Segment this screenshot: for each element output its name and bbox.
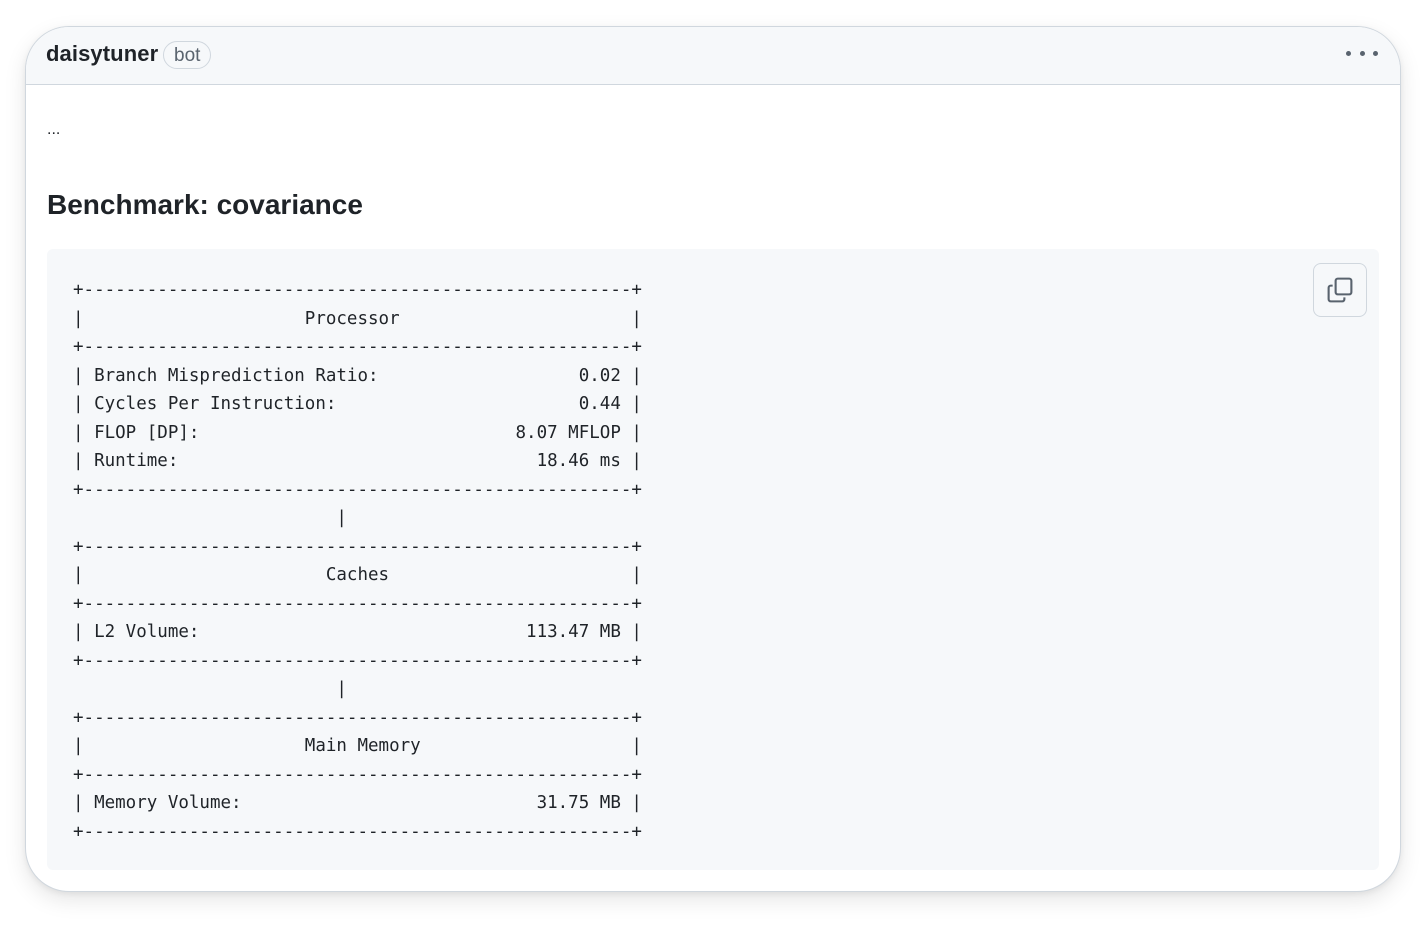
code-line: +---------------------------------------…: [73, 821, 642, 842]
code-line: | Branch Misprediction Ratio: 0.02 |: [73, 365, 642, 386]
code-line: +---------------------------------------…: [73, 280, 642, 300]
code-line: | Caches |: [73, 565, 642, 585]
code-line: | FLOP [DP]: 8.07 MFLOP |: [73, 422, 642, 443]
author-name[interactable]: daisytuner: [46, 41, 158, 67]
code-line: +---------------------------------------…: [73, 337, 642, 357]
copy-icon: [1327, 277, 1353, 303]
code-line: +---------------------------------------…: [73, 593, 642, 614]
code-line: |: [73, 679, 347, 699]
benchmark-table: +---------------------------------------…: [73, 276, 642, 846]
code-line: | Runtime: 18.46 ms |: [73, 451, 642, 471]
code-line: | Main Memory |: [73, 736, 642, 756]
comment-card: daisytuner bot ... Benchmark: covariance…: [25, 26, 1401, 892]
kebab-horizontal-icon[interactable]: [1346, 41, 1378, 65]
kebab-dot: [1359, 50, 1365, 56]
code-line: | Memory Volume: 31.75 MB |: [73, 793, 642, 813]
benchmark-heading: Benchmark: covariance: [47, 189, 363, 220]
kebab-dot: [1346, 50, 1351, 56]
code-line: +---------------------------------------…: [73, 764, 642, 785]
code-line: | Cycles Per Instruction: 0.44 |: [73, 394, 642, 414]
comment-ellipsis: ...: [47, 121, 61, 138]
code-line: | L2 Volume: 113.47 MB |: [73, 622, 642, 642]
code-line: +---------------------------------------…: [73, 479, 642, 500]
comment-header: daisytuner bot: [26, 27, 1400, 85]
code-line: +---------------------------------------…: [73, 650, 642, 671]
code-block: +---------------------------------------…: [47, 249, 1379, 870]
kebab-dot: [1373, 50, 1378, 56]
code-line: +---------------------------------------…: [73, 707, 642, 728]
code-line: |: [73, 508, 347, 528]
copy-button[interactable]: [1313, 263, 1367, 317]
bot-badge: bot: [163, 41, 212, 69]
code-line: | Processor |: [73, 308, 642, 329]
code-line: +---------------------------------------…: [73, 536, 642, 557]
